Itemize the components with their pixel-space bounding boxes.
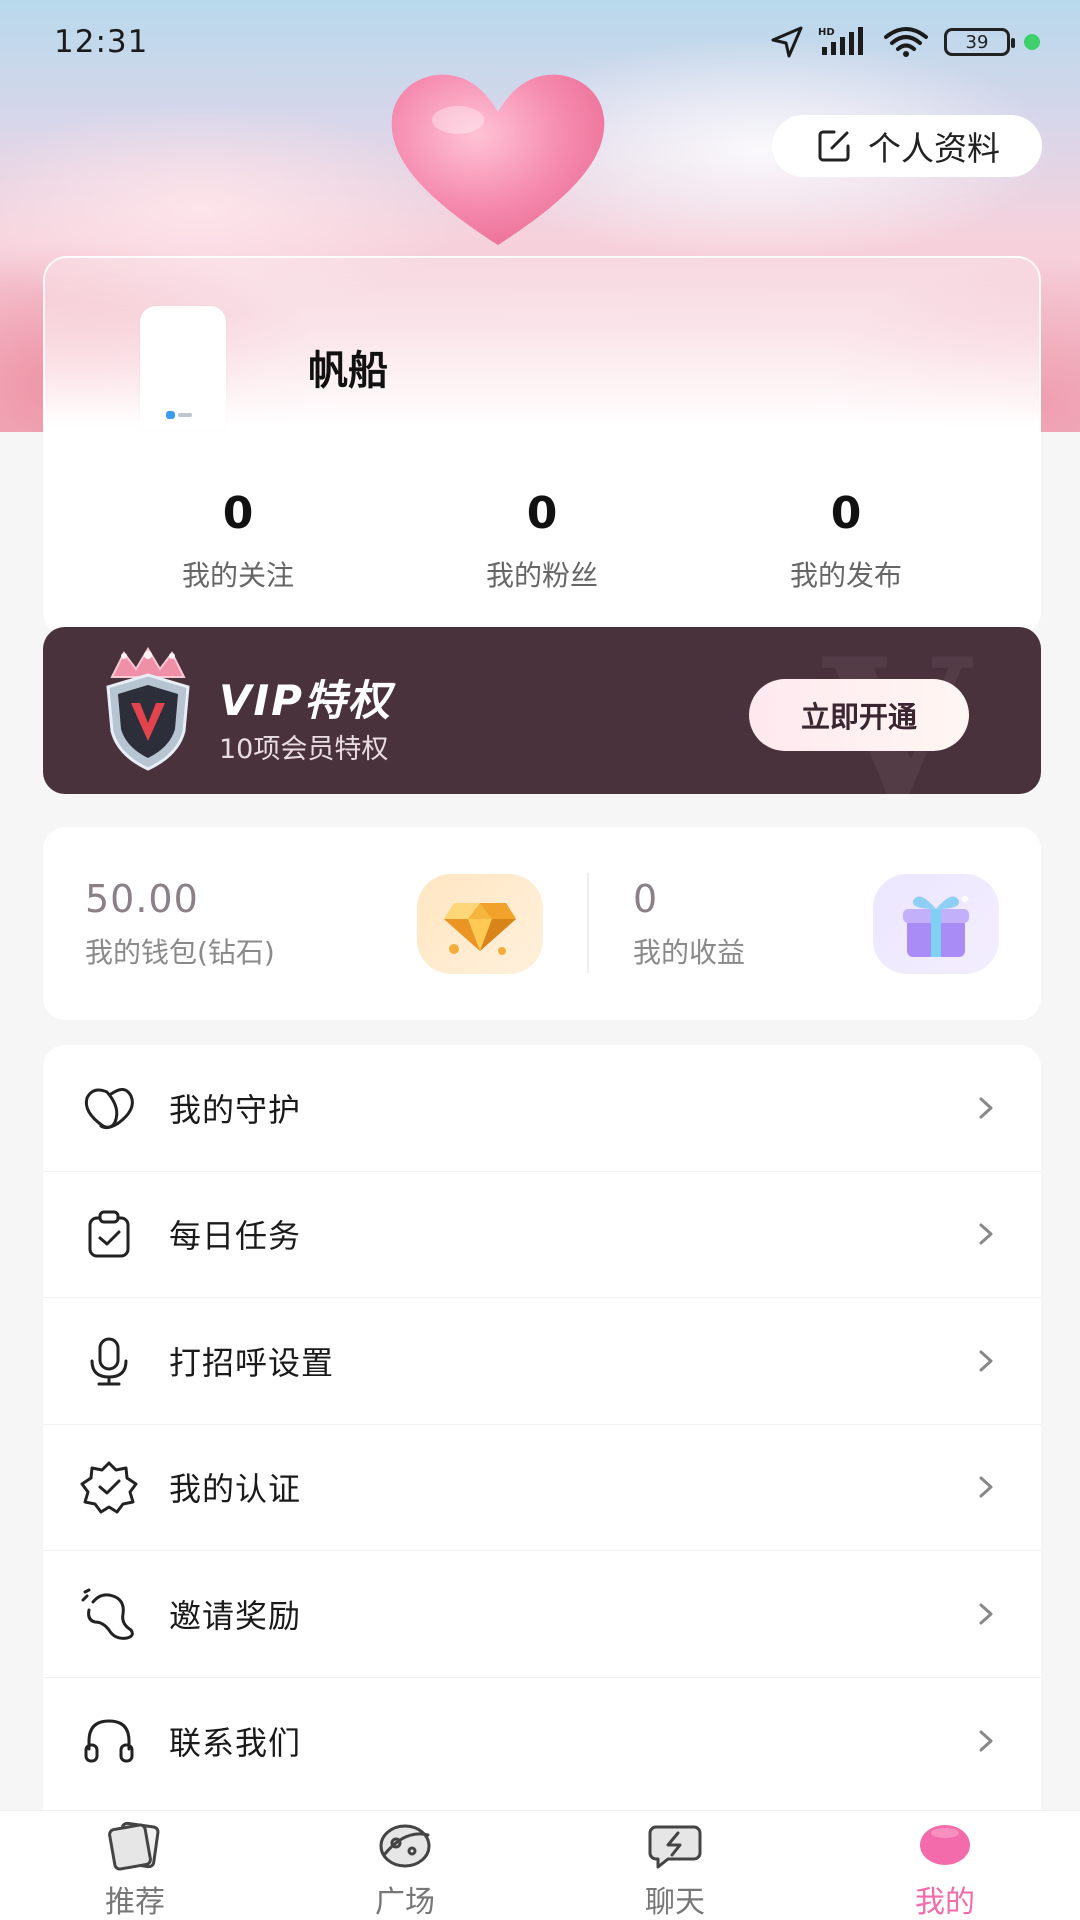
earnings-label: 我的收益: [633, 936, 746, 969]
vip-banner[interactable]: V VIP特权 10项会员特权 立即开通: [43, 627, 1041, 794]
headset-icon: [79, 1711, 139, 1771]
vip-title: VIP特权: [219, 676, 392, 725]
heart-guard-icon: [79, 1078, 139, 1138]
nav-label: 聊天: [645, 1885, 705, 1920]
invite-swirl-icon: [79, 1584, 139, 1644]
stat-label: 我的关注: [181, 559, 294, 592]
bottom-nav: 推荐 广场 聊天 我的: [0, 1810, 1080, 1920]
nav-tab-recommend[interactable]: 推荐: [0, 1811, 270, 1920]
menu-item-greeting-settings[interactable]: 打招呼设置: [43, 1298, 1041, 1425]
edit-profile-label: 个人资料: [868, 129, 1000, 168]
svg-text:HD: HD: [818, 27, 835, 38]
wallet-earnings[interactable]: 0 我的收益: [633, 877, 745, 971]
diamond-icon[interactable]: [417, 874, 543, 974]
menu-item-invite-rewards[interactable]: 邀请奖励: [43, 1551, 1041, 1678]
chat-bolt-icon: [645, 1821, 705, 1871]
avatar-watermark-logo: [166, 410, 194, 420]
username: 帆船: [308, 348, 388, 394]
avatar[interactable]: [140, 306, 226, 430]
stat-posts[interactable]: 0 我的发布: [694, 490, 998, 594]
nav-label: 广场: [375, 1885, 435, 1920]
diamond-label: 我的钱包(钻石): [85, 936, 275, 969]
menu-list: 我的守护 每日任务 打招呼设置 我的认证 邀请奖励 联系我们: [43, 1045, 1041, 1815]
vip-subtitle: 10项会员特权: [219, 734, 389, 765]
earnings-balance: 0: [633, 877, 659, 921]
menu-label: 联系我们: [169, 1723, 302, 1762]
heart-decoration: [391, 74, 605, 246]
wallet-card: 50.00 我的钱包(钻石) 0 我的收益: [43, 827, 1041, 1020]
gift-icon[interactable]: [873, 874, 999, 974]
location-arrow-icon: [771, 26, 803, 58]
status-icons: HD 39: [770, 25, 1040, 59]
chevron-right-icon: [979, 1476, 993, 1498]
hd-signal-icon: HD: [818, 27, 863, 55]
menu-label: 打招呼设置: [169, 1343, 335, 1382]
menu-label: 我的认证: [169, 1470, 302, 1509]
nav-tab-square[interactable]: 广场: [270, 1811, 540, 1920]
nav-label: 我的: [915, 1885, 975, 1920]
stat-followers[interactable]: 0 我的粉丝: [390, 490, 694, 594]
menu-item-verification[interactable]: 我的认证: [43, 1425, 1041, 1551]
stat-value: 0: [526, 488, 558, 539]
chevron-right-icon: [979, 1097, 993, 1119]
battery-icon: 39: [944, 28, 1015, 56]
diamond-balance: 50.00: [85, 877, 199, 921]
status-dot: [1024, 34, 1040, 50]
chevron-right-icon: [979, 1223, 993, 1245]
menu-item-contact-us[interactable]: 联系我们: [43, 1678, 1041, 1805]
menu-label: 邀请奖励: [169, 1596, 302, 1635]
chevron-right-icon: [979, 1350, 993, 1372]
menu-item-guardian[interactable]: 我的守护: [43, 1045, 1041, 1172]
stat-following[interactable]: 0 我的关注: [86, 490, 390, 594]
nav-tab-mine[interactable]: 我的: [810, 1811, 1080, 1920]
clipboard-check-icon: [79, 1204, 139, 1264]
stat-value: 0: [830, 488, 862, 539]
wallet-diamond[interactable]: 50.00 我的钱包(钻石): [85, 877, 275, 971]
wallet-divider: [587, 873, 589, 973]
vip-activate-button[interactable]: 立即开通: [749, 679, 969, 751]
profile-stats: 0 我的关注 0 我的粉丝 0 我的发布: [45, 490, 1043, 594]
verified-badge-icon: [79, 1457, 139, 1517]
stat-label: 我的发布: [789, 559, 902, 592]
stat-label: 我的粉丝: [485, 559, 598, 592]
menu-label: 我的守护: [169, 1090, 302, 1129]
status-bar: 12:31 HD 39: [0, 0, 1080, 84]
edit-icon: [818, 130, 850, 162]
profile-blob-icon: [915, 1821, 975, 1871]
wifi-icon: [884, 27, 928, 57]
microphone-icon: [79, 1331, 139, 1391]
nav-tab-chat[interactable]: 聊天: [540, 1811, 810, 1920]
edit-profile-button[interactable]: 个人资料: [772, 115, 1042, 177]
battery-level: 39: [965, 31, 989, 53]
nav-label: 推荐: [105, 1885, 165, 1920]
profile-card: 帆船 0 我的关注 0 我的粉丝 0 我的发布: [43, 256, 1041, 636]
menu-item-daily-tasks[interactable]: 每日任务: [43, 1172, 1041, 1298]
vip-crown-shield-icon: [106, 647, 190, 771]
planet-icon: [375, 1821, 435, 1871]
cards-icon: [105, 1821, 165, 1871]
chevron-right-icon: [979, 1730, 993, 1752]
status-time: 12:31: [54, 24, 149, 60]
menu-label: 每日任务: [169, 1217, 302, 1256]
chevron-right-icon: [979, 1603, 993, 1625]
stat-value: 0: [222, 488, 254, 539]
